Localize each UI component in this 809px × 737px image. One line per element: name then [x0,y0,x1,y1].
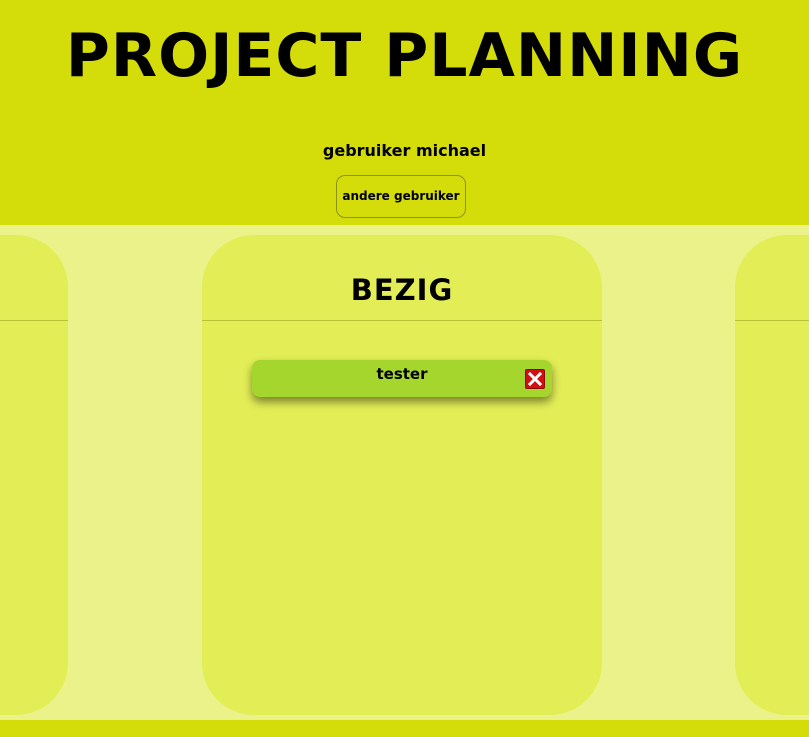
switch-user-button[interactable]: andere gebruiker [336,175,466,218]
delete-task-button[interactable] [525,369,545,389]
header: PROJECT PLANNING gebruiker michael ander… [0,0,809,225]
column-divider [735,320,809,321]
column-divider [202,320,602,321]
column-left [0,235,68,715]
column-bezig[interactable]: BEZIG tester [202,235,602,715]
task-title: tester [376,365,428,383]
task-card[interactable]: tester [252,360,552,397]
current-user-label: gebruiker michael [322,141,487,160]
kanban-board: BEZIG tester [0,225,809,720]
column-right [735,235,809,715]
column-title: BEZIG [350,273,454,307]
page-title: PROJECT PLANNING [65,21,744,91]
close-icon [526,370,544,388]
footer-band [0,720,809,737]
column-divider [0,320,68,321]
